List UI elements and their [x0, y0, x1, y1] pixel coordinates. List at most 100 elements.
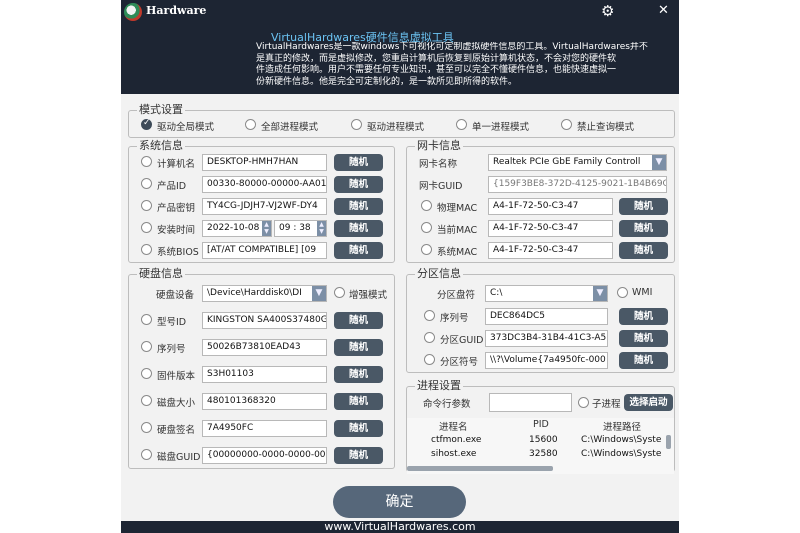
random-button-nic-3[interactable]: 随机 [619, 242, 668, 259]
select-start-button[interactable]: 选择启动 [624, 394, 673, 411]
disk-radio-6[interactable] [141, 449, 152, 460]
pid-cell: 32580 [529, 449, 558, 459]
random-button-disk-2[interactable]: 随机 [334, 339, 383, 356]
nic-guid-field[interactable]: {159F3BE8-372D-4125-9021-1B4B69C7 [488, 176, 667, 193]
sys-radio-2[interactable] [141, 178, 152, 189]
sys-label-2: 产品ID [157, 181, 187, 192]
mode-radio-5[interactable] [561, 119, 572, 130]
random-button-sys-2[interactable]: 随机 [334, 176, 383, 193]
mode-radio-2[interactable] [245, 119, 256, 130]
partition-symbol-field[interactable]: \\?\Volume{7a4950fc-000 [485, 352, 608, 369]
part-label-3: 分区符号 [440, 357, 479, 368]
system-bios-field[interactable]: [AT/AT COMPATIBLE] [09 [202, 242, 327, 259]
partition-serial-field[interactable]: DEC864DC5 [485, 308, 608, 325]
nic-radio-1[interactable] [421, 200, 432, 211]
vertical-scrollbar[interactable] [666, 435, 671, 449]
header: Hardware ⚙ ✕ VirtualHardwares硬件信息虚拟工具 Vi… [121, 0, 679, 94]
sys-radio-5[interactable] [141, 244, 152, 255]
product-key-field[interactable]: TY4CG-JDJH7-VJ2WF-DY4 [202, 198, 327, 215]
random-button-disk-5[interactable]: 随机 [334, 420, 383, 437]
nic-info-legend: 网卡信息 [417, 139, 461, 152]
disk-signature-field[interactable]: 7A4950FC [202, 420, 327, 437]
disk-radio-1[interactable] [141, 314, 152, 325]
install-time-field[interactable]: 09 : 38 ▲ ▼ [274, 220, 327, 237]
args-input[interactable] [489, 393, 572, 412]
disk-radio-2[interactable] [141, 341, 152, 352]
process-name-cell: ctfmon.exe [431, 435, 482, 445]
random-button-disk-3[interactable]: 随机 [334, 366, 383, 383]
date-dropdown-icon[interactable]: ▲ ▼ [262, 221, 271, 236]
intro-body: VirtualHardwares是一款windows下可视化可定制虚拟硬件信息的… [256, 42, 648, 87]
mode-group: 模式设置 驱动全局模式 全部进程模式 驱动进程模式 单一进程模式 禁止查询模式 [128, 104, 675, 138]
process-settings-group: 进程设置 命令行参数 子进程 选择启动 进程名 PID 进程路径 ctfmon.… [406, 380, 675, 474]
chevron-down-icon[interactable]: ▼ [312, 286, 326, 301]
partition-drive-select[interactable]: C:\ ▼ [485, 285, 608, 302]
disk-radio-4[interactable] [141, 395, 152, 406]
random-button-nic-1[interactable]: 随机 [619, 198, 668, 215]
random-button-sys-3[interactable]: 随机 [334, 198, 383, 215]
part-radio-1[interactable] [424, 310, 435, 321]
close-icon[interactable]: ✕ [658, 3, 669, 19]
computer-name-field[interactable]: DESKTOP-HMH7HAN [202, 154, 327, 171]
footer: www.VirtualHardwares.com [121, 520, 679, 533]
random-button-disk-4[interactable]: 随机 [334, 393, 383, 410]
nic-radio-2[interactable] [421, 222, 432, 233]
physical-mac-field[interactable]: A4-1F-72-50-C3-47 [488, 198, 613, 215]
wmi-radio[interactable] [617, 287, 628, 298]
horizontal-scrollbar[interactable] [407, 466, 553, 471]
sys-radio-3[interactable] [141, 200, 152, 211]
disk-guid-field[interactable]: {00000000-0000-0000-0000 [202, 447, 327, 464]
gear-icon[interactable]: ⚙ [601, 3, 614, 19]
random-button-nic-2[interactable]: 随机 [619, 220, 668, 237]
wmi-label: WMI [632, 287, 653, 298]
time-spinner-icon[interactable]: ▲ ▼ [317, 221, 326, 236]
enhanced-mode-radio[interactable] [334, 287, 345, 298]
chevron-down-icon[interactable]: ▼ [593, 286, 607, 301]
disk-device-select[interactable]: \Device\Harddisk0\DI ▼ [202, 285, 327, 302]
disk-serial-field[interactable]: 50026B73810EAD43 [202, 339, 327, 356]
nic-mac-label-3: 系统MAC [437, 247, 478, 258]
system-mac-field[interactable]: A4-1F-72-50-C3-47 [488, 242, 613, 259]
mode-radio-3[interactable] [351, 119, 362, 130]
random-button-part-1[interactable]: 随机 [619, 308, 668, 325]
table-row[interactable]: sihost.exe 32580 C:\Windows\Syste [407, 449, 674, 463]
partition-guid-field[interactable]: 373DC3B4-31B4-41C3-A57 [485, 330, 608, 347]
disk-size-field[interactable]: 480101368320 [202, 393, 327, 410]
nic-radio-3[interactable] [421, 244, 432, 255]
disk-radio-5[interactable] [141, 422, 152, 433]
nic-guid-label: 网卡GUID [419, 181, 463, 192]
sys-radio-1[interactable] [141, 156, 152, 167]
disk-device-value: \Device\Harddisk0\DI [207, 288, 302, 298]
random-button-disk-1[interactable]: 随机 [334, 312, 383, 329]
nic-mac-label-1: 物理MAC [437, 203, 478, 214]
part-label-2: 分区GUID [440, 335, 484, 346]
mode-radio-1[interactable] [141, 118, 152, 130]
install-date-value: 2022-10-08 [207, 223, 260, 233]
enhanced-mode-label: 增强模式 [349, 290, 388, 301]
random-button-sys-5[interactable]: 随机 [334, 242, 383, 259]
nic-info-group: 网卡信息 网卡名称 Realtek PCIe GbE Family Contro… [406, 140, 675, 263]
disk-label-1: 型号ID [157, 317, 187, 328]
install-date-field[interactable]: 2022-10-08 ▲ ▼ [202, 220, 272, 237]
current-mac-field[interactable]: A4-1F-72-50-C3-47 [488, 220, 613, 237]
disk-model-field[interactable]: KINGSTON SA400S37480G [202, 312, 327, 329]
chevron-down-icon[interactable]: ▼ [652, 155, 666, 170]
random-button-disk-6[interactable]: 随机 [334, 447, 383, 464]
mode-radio-4[interactable] [456, 119, 467, 130]
product-id-field[interactable]: 00330-80000-00000-AA017 [202, 176, 327, 193]
child-process-radio[interactable] [578, 397, 589, 408]
partition-drive-value: C:\ [490, 288, 503, 298]
nic-name-select[interactable]: Realtek PCIe GbE Family Controll ▼ [488, 154, 667, 171]
random-button-sys-4[interactable]: 随机 [334, 220, 383, 237]
footer-url[interactable]: www.VirtualHardwares.com [121, 520, 679, 533]
random-button-part-3[interactable]: 随机 [619, 352, 668, 369]
firmware-field[interactable]: S3H01103 [202, 366, 327, 383]
sys-radio-4[interactable] [141, 222, 152, 233]
table-row[interactable]: ctfmon.exe 15600 C:\Windows\Syste [407, 435, 674, 449]
confirm-button[interactable]: 确定 [333, 486, 466, 518]
random-button-part-2[interactable]: 随机 [619, 330, 668, 347]
part-radio-3[interactable] [424, 354, 435, 365]
disk-radio-3[interactable] [141, 368, 152, 379]
part-radio-2[interactable] [424, 332, 435, 343]
random-button-sys-1[interactable]: 随机 [334, 154, 383, 171]
